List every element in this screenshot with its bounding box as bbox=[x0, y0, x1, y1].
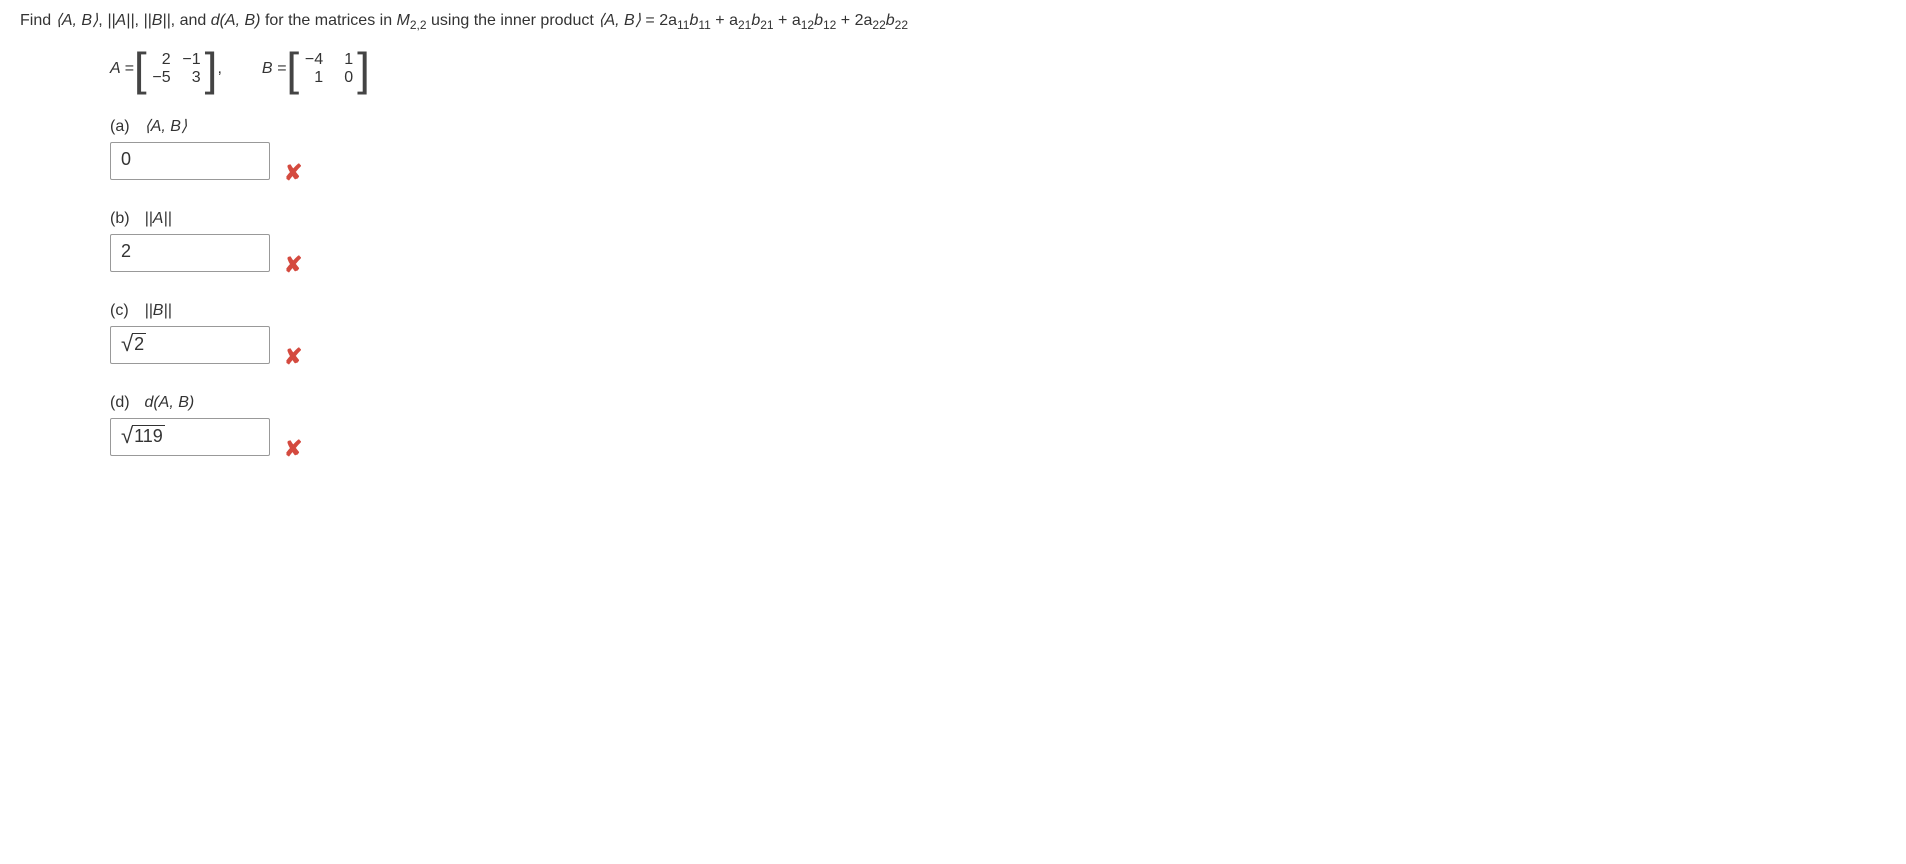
part-a-label: (a) bbox=[110, 118, 140, 136]
part-b-expression: ||A|| bbox=[144, 210, 171, 227]
incorrect-icon: ✘ bbox=[284, 344, 302, 370]
matrix-A: A = [ 2 −1 −5 3 ] , bbox=[110, 46, 222, 92]
part-b-answer-input[interactable]: 2 bbox=[110, 234, 270, 272]
incorrect-icon: ✘ bbox=[284, 436, 302, 462]
part-c-label: (c) bbox=[110, 302, 140, 320]
part-b-label: (b) bbox=[110, 210, 140, 228]
part-a: (a) ⟨A, B⟩ 0 ✘ bbox=[110, 116, 1886, 180]
part-c-expression: ||B|| bbox=[144, 302, 171, 319]
matrix-definitions: A = [ 2 −1 −5 3 ] , B = [ −4 1 1 0 bbox=[110, 46, 1886, 92]
incorrect-icon: ✘ bbox=[284, 160, 302, 186]
part-c-answer-input[interactable]: √2 bbox=[110, 326, 270, 364]
question-statement: Find ⟨A, B⟩, ||A||, ||B||, and d(A, B) f… bbox=[20, 10, 1886, 34]
part-a-answer-input[interactable]: 0 bbox=[110, 142, 270, 180]
part-a-expression: ⟨A, B⟩ bbox=[144, 118, 187, 135]
part-d-expression: d(A, B) bbox=[144, 394, 194, 411]
part-c: (c) ||B|| √2 ✘ bbox=[110, 302, 1886, 364]
part-d-answer-input[interactable]: √119 bbox=[110, 418, 270, 456]
part-d-label: (d) bbox=[110, 394, 140, 412]
part-b: (b) ||A|| 2 ✘ bbox=[110, 210, 1886, 272]
matrix-B: B = [ −4 1 1 0 ] bbox=[262, 46, 370, 92]
incorrect-icon: ✘ bbox=[284, 252, 302, 278]
part-d: (d) d(A, B) √119 ✘ bbox=[110, 394, 1886, 456]
